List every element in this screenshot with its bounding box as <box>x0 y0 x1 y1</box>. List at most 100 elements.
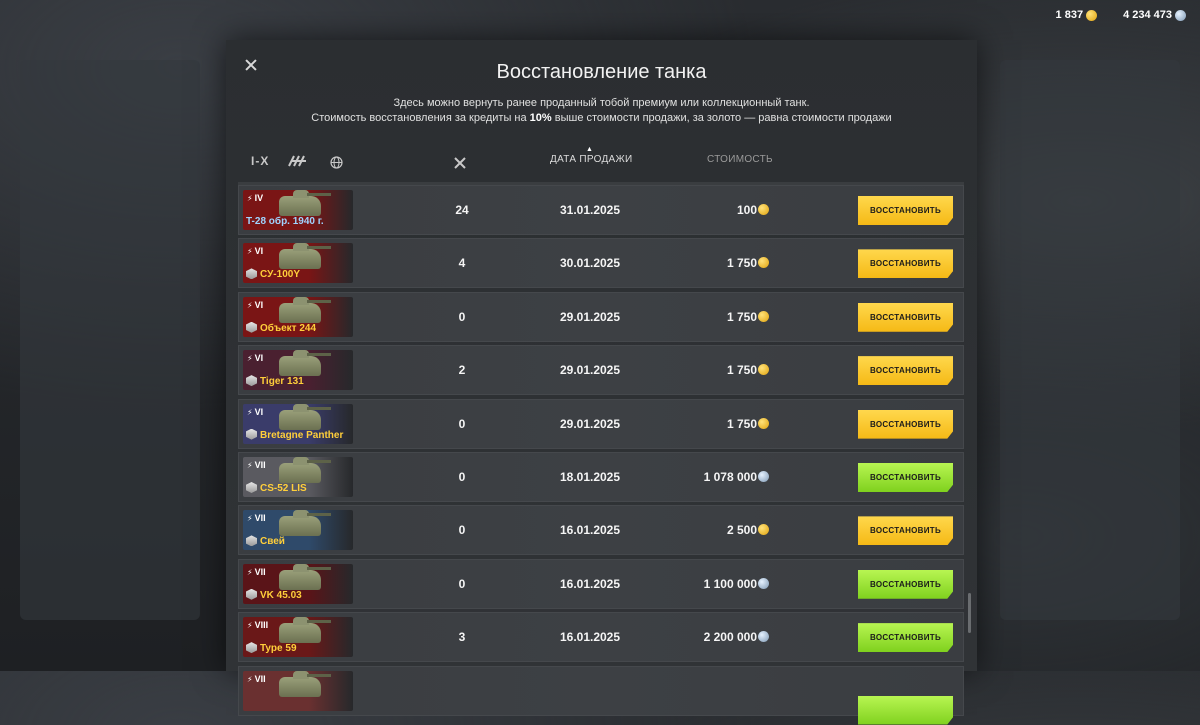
sale-date: 16.01.2025 <box>559 576 621 591</box>
battles-count: 4 <box>458 256 466 271</box>
filter-nation-globe-icon[interactable] <box>330 156 343 172</box>
tank-image <box>279 617 331 644</box>
gold-icon <box>758 310 769 322</box>
sale-date: 29.01.2025 <box>559 309 621 324</box>
restore-button[interactable]: ВОССТАНОВИТЬ <box>858 196 953 225</box>
tank-image <box>279 670 331 697</box>
gold-icon <box>758 417 769 429</box>
tank-list: ⚡ IV T-28 обр. 1940 г. 24 31.01.2025 100 … <box>238 185 964 725</box>
gold-icon <box>758 204 769 215</box>
credits-balance: 4 234 473 <box>1123 9 1186 21</box>
tank-image <box>279 510 331 537</box>
restore-button[interactable]: ВОССТАНОВИТЬ <box>858 569 953 599</box>
tank-image <box>279 456 331 483</box>
filter-type-icon[interactable] <box>288 154 308 171</box>
tank-name: CS-52 LIS <box>246 481 307 494</box>
table-row: ⚡ VI СУ-100Y 4 30.01.2025 1 750 ВОССТАНОВ… <box>238 238 964 289</box>
tank-image <box>279 563 331 590</box>
gold-balance: 1 837 <box>1056 9 1098 21</box>
tank-name: VK 45.03 <box>246 588 302 601</box>
sale-date: 16.01.2025 <box>559 630 621 645</box>
badge-icon <box>246 268 257 280</box>
tank-name: T-28 обр. 1940 г. <box>246 216 324 227</box>
tank-class-icon: ⚡ <box>247 460 253 470</box>
sort-battles-icon[interactable] <box>453 156 467 173</box>
credits-icon <box>758 470 769 482</box>
restore-button[interactable]: ВОССТАНОВИТЬ <box>858 462 953 492</box>
badge-icon <box>246 428 257 440</box>
tank-card: ⚡ VII VK 45.03 <box>243 563 353 604</box>
tank-name: СУ-100Y <box>246 268 300 280</box>
scrollbar[interactable] <box>968 593 971 633</box>
battles-count: 24 <box>455 203 469 217</box>
tank-class-icon: ⚡ <box>247 247 253 257</box>
battles-count: 2 <box>458 363 466 378</box>
restore-cost: 1 750 <box>679 417 769 431</box>
restore-cost: 1 100 000 <box>679 577 769 591</box>
tank-class-icon: ⚡ <box>247 354 253 364</box>
sale-date: 29.01.2025 <box>559 363 621 378</box>
table-row: ⚡ VI Bretagne Panther 0 29.01.2025 1 750 … <box>238 398 964 449</box>
table-row: ⚡ VII Свей 0 16.01.2025 2 500 ВОССТАНОВИТ… <box>238 505 964 556</box>
restore-button[interactable]: ВОССТАНОВИТЬ <box>858 623 953 653</box>
gold-icon <box>1086 9 1098 21</box>
modal-subtitle-1: Здесь можно вернуть ранее проданный тобо… <box>393 97 810 109</box>
currency-bar: 1 837 4 234 473 <box>1056 9 1186 21</box>
restore-button[interactable] <box>858 695 953 725</box>
tank-class-icon: ⚡ <box>247 621 253 631</box>
tank-class-icon: ⚡ <box>247 300 253 310</box>
tank-name: Bretagne Panther <box>246 428 343 441</box>
battles-count: 0 <box>458 576 466 591</box>
battles-count: 0 <box>458 416 466 431</box>
table-row: ⚡ IV T-28 обр. 1940 г. 24 31.01.2025 100 … <box>238 185 964 235</box>
tank-class-icon: ⚡ <box>247 674 253 684</box>
table-header: I-X ▲ ДАТА ПРОДАЖИ СТОИМОСТЬ <box>226 146 977 178</box>
battles-count: 3 <box>458 630 466 645</box>
tank-class-icon: ⚡ <box>247 567 253 577</box>
sort-cost[interactable]: СТОИМОСТЬ <box>707 154 773 165</box>
restore-button[interactable]: ВОССТАНОВИТЬ <box>858 516 953 546</box>
badge-icon <box>246 642 257 654</box>
tank-tier: ⚡ VII <box>247 673 266 684</box>
table-row: ⚡ VI Tiger 131 2 29.01.2025 1 750 ВОССТАН… <box>238 345 964 396</box>
tank-card: ⚡ VII CS-52 LIS <box>243 456 353 497</box>
tank-name: Свей <box>246 535 285 547</box>
tank-tier: ⚡ VI <box>247 246 264 257</box>
credits-icon <box>758 577 769 589</box>
sale-date: 16.01.2025 <box>559 523 621 538</box>
credits-icon <box>758 631 769 643</box>
gold-icon <box>758 364 769 376</box>
restore-button[interactable]: ВОССТАНОВИТЬ <box>858 302 953 332</box>
restore-cost: 2 200 000 <box>679 630 769 644</box>
restore-cost: 100 <box>679 203 769 217</box>
badge-icon <box>246 321 257 333</box>
battles-count: 0 <box>458 309 466 324</box>
battles-count: 0 <box>458 469 466 484</box>
badge-icon <box>246 588 257 600</box>
badge-icon <box>246 375 257 387</box>
tank-class-icon: ⚡ <box>247 514 253 524</box>
tank-card: ⚡ VI Объект 244 <box>243 296 353 337</box>
table-row: ⚡ VII <box>238 665 964 725</box>
sale-date: 29.01.2025 <box>559 416 621 431</box>
tank-tier: ⚡ VI <box>247 406 264 417</box>
tank-card: ⚡ VII <box>243 670 353 711</box>
tank-card: ⚡ VIII Type 59 <box>243 617 353 658</box>
restore-button[interactable]: ВОССТАНОВИТЬ <box>858 409 953 439</box>
tank-card: ⚡ VI Bretagne Panther <box>243 403 353 444</box>
table-row: ⚡ VIII Type 59 3 16.01.2025 2 200 000 ВОС… <box>238 612 964 663</box>
tank-name: Объект 244 <box>246 321 316 334</box>
tank-name: Type 59 <box>246 642 297 654</box>
sale-date: 31.01.2025 <box>559 203 621 217</box>
tank-image <box>279 350 331 377</box>
restore-button[interactable]: ВОССТАНОВИТЬ <box>858 356 953 386</box>
tank-tier: ⚡ VI <box>247 299 264 310</box>
tank-class-icon: ⚡ <box>247 194 253 203</box>
restore-cost: 1 750 <box>679 310 769 324</box>
restore-button[interactable]: ВОССТАНОВИТЬ <box>858 249 953 279</box>
sort-date[interactable]: ДАТА ПРОДАЖИ <box>550 154 633 165</box>
filter-tier[interactable]: I-X <box>251 154 269 168</box>
tank-tier: ⚡ IV <box>247 193 264 203</box>
tank-tier: ⚡ VI <box>247 353 264 364</box>
tank-image <box>279 243 331 270</box>
